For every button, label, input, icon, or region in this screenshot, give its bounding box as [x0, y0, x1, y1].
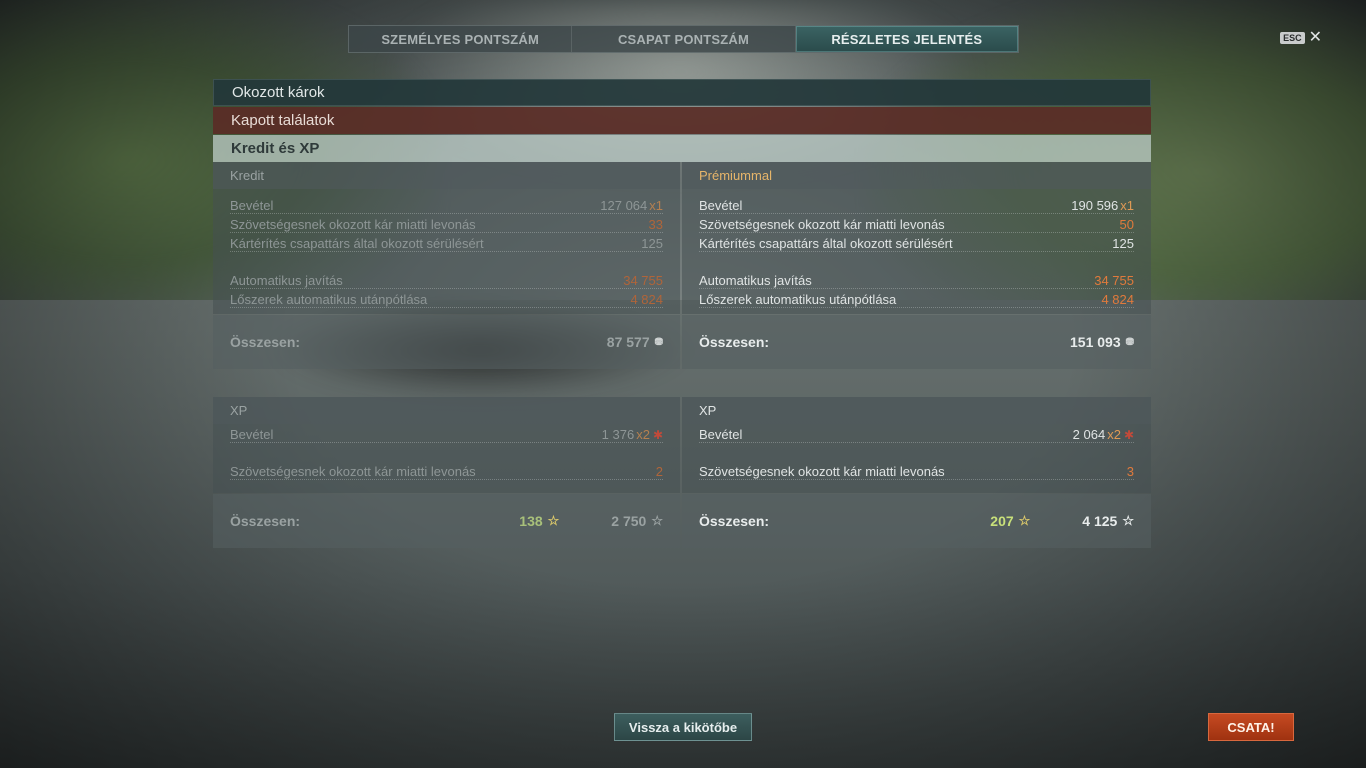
credit-panel-premium: Prémiummal Bevétel 190 596 x1 Szövetséges…: [682, 162, 1151, 314]
battle-button[interactable]: CSATA!: [1208, 713, 1294, 741]
signal-flag-icon: ✱: [1123, 428, 1134, 442]
income-row: Bevétel 2 064 x2 ✱: [699, 424, 1134, 443]
section-credits-xp[interactable]: Kredit és XP: [213, 135, 1151, 162]
panel-header: Prémiummal: [682, 162, 1151, 189]
ammo-row: Lőszerek automatikus utánpótlása 4 824: [230, 289, 663, 308]
ally-damage-row: Szövetségesnek okozott kár miatti levoná…: [699, 461, 1134, 480]
income-row: Bevétel 127 064 x1: [230, 195, 663, 214]
income-row: Bevétel 1 376 x2 ✱: [230, 424, 663, 443]
star-icon: ☆: [547, 513, 560, 528]
xp-panel-standard: XP Bevétel 1 376 x2 ✱ Szövetségesnek okozo…: [213, 397, 680, 493]
signal-flag-icon: ✱: [652, 428, 663, 442]
coin-icon: ⛃: [654, 336, 663, 348]
close-button[interactable]: ESC ✕: [1280, 29, 1322, 46]
ammo-row: Lőszerek automatikus utánpótlása 4 824: [699, 289, 1134, 308]
xp-total-standard: Összesen: 138 ☆ 2 750 ☆: [213, 494, 680, 548]
star-icon: ☆: [1122, 513, 1134, 528]
panel-header: XP: [682, 397, 1151, 424]
credit-total-standard: Összesen: 87 577 ⛃: [213, 315, 680, 369]
tab-team-score[interactable]: CSAPAT PONTSZÁM: [572, 26, 796, 52]
report-tabs: SZEMÉLYES PONTSZÁM CSAPAT PONTSZÁM RÉSZL…: [348, 25, 1019, 53]
panel-header: XP: [213, 397, 680, 424]
credit-total-premium: Összesen: 151 093 ⛃: [682, 315, 1151, 369]
star-icon: ☆: [1018, 513, 1031, 528]
compensation-row: Kártérítés csapattárs által okozott sérü…: [230, 233, 663, 252]
section-hits-received[interactable]: Kapott találatok: [213, 107, 1151, 134]
tab-personal-score[interactable]: SZEMÉLYES PONTSZÁM: [349, 26, 573, 52]
back-to-port-button[interactable]: Vissza a kikötőbe: [614, 713, 752, 741]
compensation-row: Kártérítés csapattárs által okozott sérü…: [699, 233, 1134, 252]
esc-key-label: ESC: [1280, 32, 1305, 44]
tab-detailed-report[interactable]: RÉSZLETES JELENTÉS: [795, 26, 1018, 52]
coin-icon: ⛃: [1125, 336, 1134, 348]
credit-panel-standard: Kredit Bevétel 127 064 x1 Szövetségesnek …: [213, 162, 680, 314]
panel-header: Kredit: [213, 162, 680, 189]
repair-row: Automatikus javítás 34 755: [230, 270, 663, 289]
ally-damage-row: Szövetségesnek okozott kár miatti levoná…: [699, 214, 1134, 233]
ally-damage-row: Szövetségesnek okozott kár miatti levoná…: [230, 461, 663, 480]
close-icon: ✕: [1308, 29, 1322, 46]
star-icon: ☆: [651, 513, 663, 528]
repair-row: Automatikus javítás 34 755: [699, 270, 1134, 289]
xp-panel-premium: XP Bevétel 2 064 x2 ✱ Szövetségesnek okozo…: [682, 397, 1151, 493]
xp-total-premium: Összesen: 207 ☆ 4 125 ☆: [682, 494, 1151, 548]
ally-damage-row: Szövetségesnek okozott kár miatti levoná…: [230, 214, 663, 233]
income-row: Bevétel 190 596 x1: [699, 195, 1134, 214]
section-damage-dealt[interactable]: Okozott károk: [213, 79, 1151, 106]
